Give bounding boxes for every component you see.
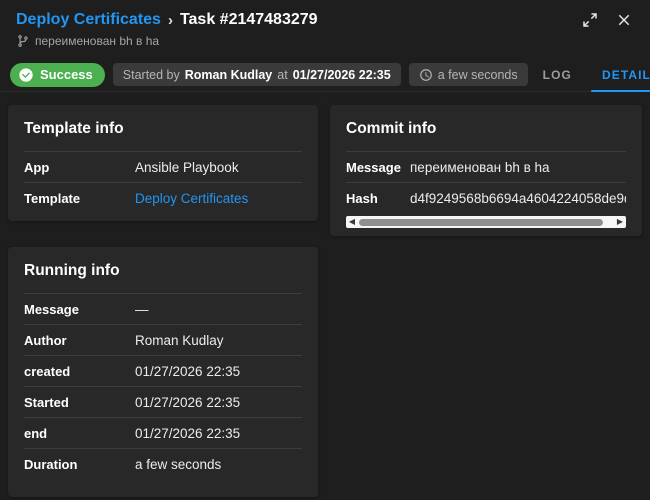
table-row: Hash d4f9249568b6694a4604224058de9d9fb69… — [346, 182, 626, 213]
row-value: 01/27/2026 22:35 — [135, 364, 302, 379]
row-value: Ansible Playbook — [135, 160, 302, 175]
tab-log[interactable]: LOG — [528, 58, 587, 92]
scroll-right-arrow-icon[interactable]: ▶ — [614, 216, 626, 228]
check-circle-icon — [18, 67, 34, 83]
row-label: created — [24, 364, 135, 379]
table-row: Message — — [24, 293, 302, 324]
table-row: Started 01/27/2026 22:35 — [24, 386, 302, 417]
details-content: Template info App Ansible Playbook Templ… — [0, 92, 650, 497]
row-label: Message — [346, 160, 410, 175]
row-label: Message — [24, 302, 135, 317]
row-label: Duration — [24, 457, 135, 472]
task-details-dialog: Deploy Certificates › Task #2147483279 п… — [0, 0, 650, 500]
clock-icon — [419, 68, 433, 82]
table-row: Template Deploy Certificates — [24, 182, 302, 213]
status-label: Success — [40, 67, 93, 82]
close-icon[interactable] — [614, 10, 634, 30]
row-value: Roman Kudlay — [135, 333, 302, 348]
scroll-left-arrow-icon[interactable]: ◀ — [346, 216, 358, 228]
table-row: end 01/27/2026 22:35 — [24, 417, 302, 448]
template-link[interactable]: Deploy Certificates — [135, 191, 302, 206]
commit-info-title: Commit info — [346, 105, 626, 151]
status-toolbar: Success Started by Roman Kudlay at 01/27… — [0, 58, 650, 92]
template-info-title: Template info — [24, 105, 302, 151]
started-user-name: Roman Kudlay — [185, 68, 273, 82]
started-by-chip: Started by Roman Kudlay at 01/27/2026 22… — [113, 63, 401, 86]
page-title: Task #2147483279 — [180, 11, 318, 29]
row-value: переименован bh в ha — [410, 160, 626, 175]
started-datetime: 01/27/2026 22:35 — [293, 68, 391, 82]
table-row: Duration a few seconds — [24, 448, 302, 479]
commit-subtitle-row: переименован bh в ha — [16, 34, 634, 48]
title-row: Deploy Certificates › Task #2147483279 — [16, 10, 634, 30]
row-label: Hash — [346, 191, 410, 206]
table-row: App Ansible Playbook — [24, 151, 302, 182]
running-info-card: Running info Message — Author Roman Kudl… — [8, 247, 318, 497]
started-connector: at — [277, 68, 287, 82]
hash-horizontal-scrollbar[interactable]: ◀ ▶ — [346, 216, 626, 228]
tab-bar: LOG DETAILS SUMMARY — [528, 58, 650, 92]
breadcrumb-template-link[interactable]: Deploy Certificates — [16, 11, 161, 29]
running-info-title: Running info — [24, 247, 302, 293]
commit-hash-value: d4f9249568b6694a4604224058de9d9fb69689 — [410, 191, 626, 206]
right-column: Commit info Message переименован bh в ha… — [330, 105, 642, 236]
table-row: Author Roman Kudlay — [24, 324, 302, 355]
dialog-header: Deploy Certificates › Task #2147483279 п… — [0, 0, 650, 48]
template-info-card: Template info App Ansible Playbook Templ… — [8, 105, 318, 221]
commit-info-card: Commit info Message переименован bh в ha… — [330, 105, 642, 236]
table-row: created 01/27/2026 22:35 — [24, 355, 302, 386]
row-value: a few seconds — [135, 457, 302, 472]
row-value: 01/27/2026 22:35 — [135, 426, 302, 441]
header-actions — [580, 10, 634, 30]
row-value: 01/27/2026 22:35 — [135, 395, 302, 410]
breadcrumb-separator: › — [168, 12, 173, 29]
commit-message-subtitle: переименован bh в ha — [35, 34, 159, 48]
tab-details[interactable]: DETAILS — [587, 58, 650, 92]
row-label: Author — [24, 333, 135, 348]
duration-chip: a few seconds — [409, 63, 528, 86]
row-label: Started — [24, 395, 135, 410]
left-column: Template info App Ansible Playbook Templ… — [8, 105, 318, 497]
row-label: Template — [24, 191, 135, 206]
started-prefix: Started by — [123, 68, 180, 82]
git-branch-icon — [16, 34, 30, 48]
row-label: App — [24, 160, 135, 175]
table-row: Message переименован bh в ha — [346, 151, 626, 182]
expand-icon[interactable] — [580, 10, 600, 30]
status-badge: Success — [10, 63, 105, 87]
duration-text: a few seconds — [438, 68, 518, 82]
row-label: end — [24, 426, 135, 441]
scrollbar-thumb[interactable] — [359, 219, 603, 226]
row-value: — — [135, 302, 302, 317]
